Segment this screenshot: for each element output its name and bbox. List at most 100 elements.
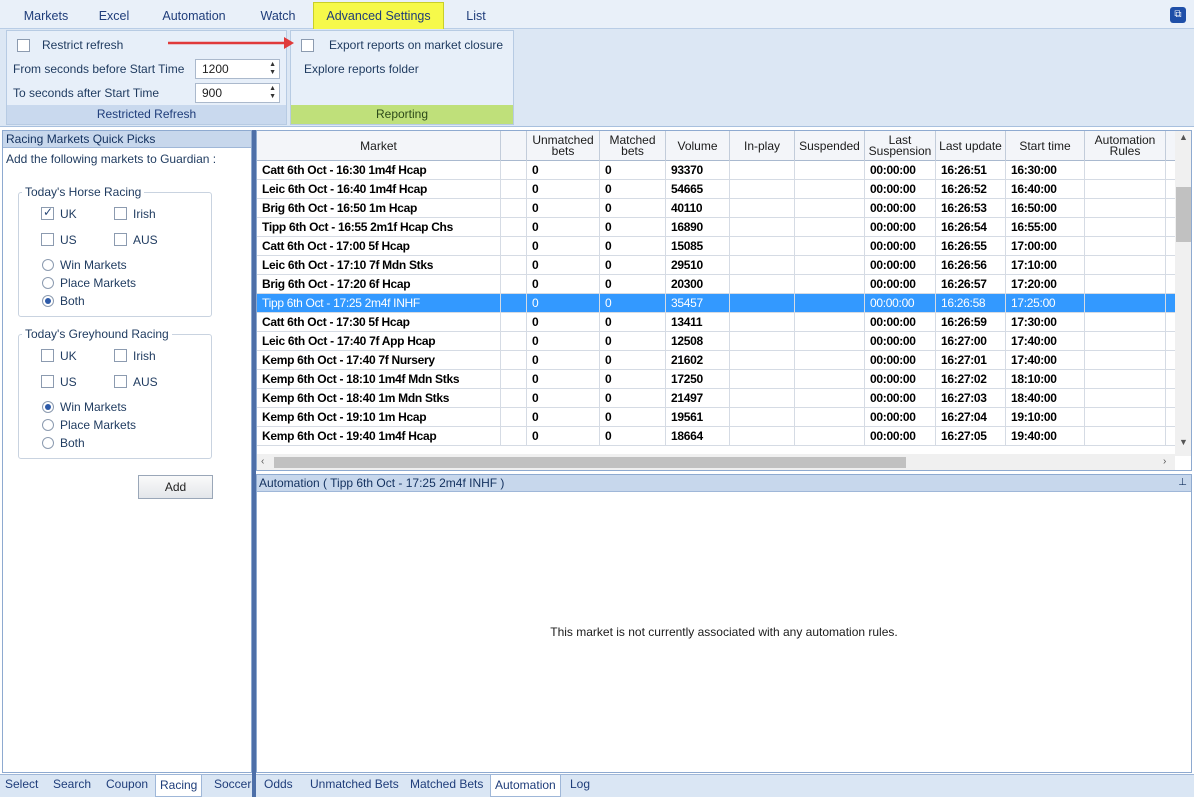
table-cell: 0 <box>527 199 600 218</box>
right-bottom-tabs: Odds Unmatched Bets Matched Bets Automat… <box>256 774 1194 797</box>
horse-place-radio[interactable] <box>42 277 54 289</box>
tab-unmatched-bets[interactable]: Unmatched Bets <box>310 777 399 791</box>
grey-us-checkbox[interactable] <box>41 375 54 388</box>
table-row[interactable]: Tipp 6th Oct - 17:25 2m4f INHF 0 0 35457 00:… <box>257 294 1177 313</box>
tab-watch[interactable]: Watch <box>250 5 306 29</box>
spin-arrows-icon[interactable]: ▲ ▼ <box>269 85 276 101</box>
tab-select[interactable]: Select <box>5 777 38 791</box>
table-cell: 16:40:00 <box>1006 180 1085 199</box>
grey-place-label: Place Markets <box>60 418 137 432</box>
table-cell: 00:00:00 <box>865 370 936 389</box>
horse-us-checkbox[interactable] <box>41 233 54 246</box>
tab-search[interactable]: Search <box>53 777 91 791</box>
table-row[interactable]: Brig 6th Oct - 17:20 6f Hcap 0 0 20300 00:00… <box>257 275 1177 294</box>
tab-odds[interactable]: Odds <box>264 777 293 791</box>
table-cell <box>730 275 795 294</box>
table-row[interactable]: Kemp 6th Oct - 18:40 1m Mdn Stks 0 0 21497 0… <box>257 389 1177 408</box>
column-header[interactable]: In-play <box>730 131 795 161</box>
horse-aus-checkbox[interactable] <box>114 233 127 246</box>
table-row[interactable]: Catt 6th Oct - 17:00 5f Hcap 0 0 15085 00:00… <box>257 237 1177 256</box>
column-header[interactable] <box>501 131 527 161</box>
column-header[interactable]: Unmatched bets <box>527 131 600 161</box>
to-seconds-stepper[interactable]: 900 ▲ ▼ <box>195 83 280 103</box>
horse-aus-label: AUS <box>133 233 158 247</box>
spin-arrows-icon[interactable]: ▲ ▼ <box>269 61 276 77</box>
tab-soccer[interactable]: Soccer <box>214 777 251 791</box>
table-cell: 0 <box>527 389 600 408</box>
table-cell: 12508 <box>666 332 730 351</box>
column-header[interactable]: Last Suspension <box>865 131 936 161</box>
grey-aus-checkbox[interactable] <box>114 375 127 388</box>
add-button[interactable]: Add <box>138 475 213 499</box>
table-row[interactable]: Kemp 6th Oct - 19:10 1m Hcap 0 0 19561 00:00… <box>257 408 1177 427</box>
horse-uk-checkbox[interactable] <box>41 205 54 220</box>
tab-automation-panel[interactable]: Automation <box>490 775 561 797</box>
tab-excel[interactable]: Excel <box>88 5 140 29</box>
grey-both-radio[interactable] <box>42 437 54 449</box>
explore-reports-folder-link[interactable]: Explore reports folder <box>304 62 419 76</box>
scroll-right-icon[interactable]: › <box>1163 456 1166 467</box>
table-cell <box>501 237 527 256</box>
grey-aus-label: AUS <box>133 375 158 389</box>
vertical-scrollbar[interactable]: ▲ ▼ <box>1175 131 1191 456</box>
table-row[interactable]: Kemp 6th Oct - 18:10 1m4f Mdn Stks 0 0 1725… <box>257 370 1177 389</box>
horse-both-radio[interactable] <box>42 295 54 307</box>
scroll-left-icon[interactable]: ‹ <box>261 456 264 467</box>
grey-irish-checkbox[interactable] <box>114 349 127 362</box>
vertical-scroll-thumb[interactable] <box>1176 187 1191 242</box>
table-row[interactable]: Catt 6th Oct - 16:30 1m4f Hcap 0 0 93370 00:… <box>257 161 1177 180</box>
column-header[interactable]: Start time <box>1006 131 1085 161</box>
column-header[interactable]: Automation Rules <box>1085 131 1166 161</box>
tab-matched-bets[interactable]: Matched Bets <box>410 777 483 791</box>
export-reports-label: Export reports on market closure <box>329 38 504 52</box>
table-row[interactable]: Kemp 6th Oct - 17:40 7f Nursery 0 0 21602 00… <box>257 351 1177 370</box>
grid-header: Market Unmatched bets Matched bets Volume In… <box>257 131 1191 161</box>
table-cell: 0 <box>527 332 600 351</box>
restore-icon[interactable]: ⧉ <box>1170 7 1186 23</box>
grey-uk-checkbox[interactable] <box>41 349 54 362</box>
horse-irish-checkbox[interactable] <box>114 207 127 220</box>
grey-place-radio[interactable] <box>42 419 54 431</box>
table-row[interactable]: Leic 6th Oct - 16:40 1m4f Hcap 0 0 54665 00:… <box>257 180 1177 199</box>
grey-win-radio[interactable] <box>42 401 54 413</box>
tab-coupon[interactable]: Coupon <box>106 777 148 791</box>
automation-panel: Automation ( Tipp 6th Oct - 17:25 2m4f I… <box>256 474 1192 773</box>
column-header[interactable]: Matched bets <box>600 131 666 161</box>
scroll-down-icon[interactable]: ▼ <box>1179 437 1188 447</box>
tab-markets[interactable]: Markets <box>14 5 78 29</box>
table-cell <box>730 294 795 313</box>
horse-racing-title: Today's Horse Racing <box>25 185 142 199</box>
restrict-refresh-checkbox[interactable] <box>17 39 30 52</box>
pin-icon[interactable]: ⊥ <box>1178 475 1187 491</box>
tab-list[interactable]: List <box>456 5 496 29</box>
from-seconds-stepper[interactable]: 1200 ▲ ▼ <box>195 59 280 79</box>
scroll-up-icon[interactable]: ▲ <box>1179 132 1188 142</box>
table-cell <box>501 351 527 370</box>
table-cell <box>730 332 795 351</box>
table-cell <box>795 161 865 180</box>
export-reports-checkbox[interactable] <box>301 39 314 52</box>
table-cell: 0 <box>600 313 666 332</box>
table-row[interactable]: Catt 6th Oct - 17:30 5f Hcap 0 0 13411 00:00… <box>257 313 1177 332</box>
tab-racing[interactable]: Racing <box>155 775 203 797</box>
table-row[interactable]: Kemp 6th Oct - 19:40 1m4f Hcap 0 0 18664 00:… <box>257 427 1177 446</box>
column-header[interactable]: Last update <box>936 131 1006 161</box>
horizontal-scroll-thumb[interactable] <box>274 457 906 468</box>
table-row[interactable]: Leic 6th Oct - 17:10 7f Mdn Stks 0 0 29510 0… <box>257 256 1177 275</box>
tab-automation[interactable]: Automation <box>152 5 236 29</box>
table-cell: Kemp 6th Oct - 19:40 1m4f Hcap <box>257 427 501 446</box>
table-row[interactable]: Brig 6th Oct - 16:50 1m Hcap 0 0 40110 00:00… <box>257 199 1177 218</box>
table-row[interactable]: Leic 6th Oct - 17:40 7f App Hcap 0 0 12508 0… <box>257 332 1177 351</box>
table-cell: 0 <box>527 237 600 256</box>
column-header[interactable]: Suspended <box>795 131 865 161</box>
column-header[interactable]: Market <box>257 131 501 161</box>
table-cell: 16:27:02 <box>936 370 1006 389</box>
table-cell <box>1085 370 1166 389</box>
table-cell: 17:00:00 <box>1006 237 1085 256</box>
column-header[interactable]: Volume <box>666 131 730 161</box>
tab-log[interactable]: Log <box>570 777 590 791</box>
horse-win-radio[interactable] <box>42 259 54 271</box>
table-cell <box>795 313 865 332</box>
tab-advanced-settings[interactable]: Advanced Settings <box>313 2 444 29</box>
table-row[interactable]: Tipp 6th Oct - 16:55 2m1f Hcap Chs 0 0 1689… <box>257 218 1177 237</box>
